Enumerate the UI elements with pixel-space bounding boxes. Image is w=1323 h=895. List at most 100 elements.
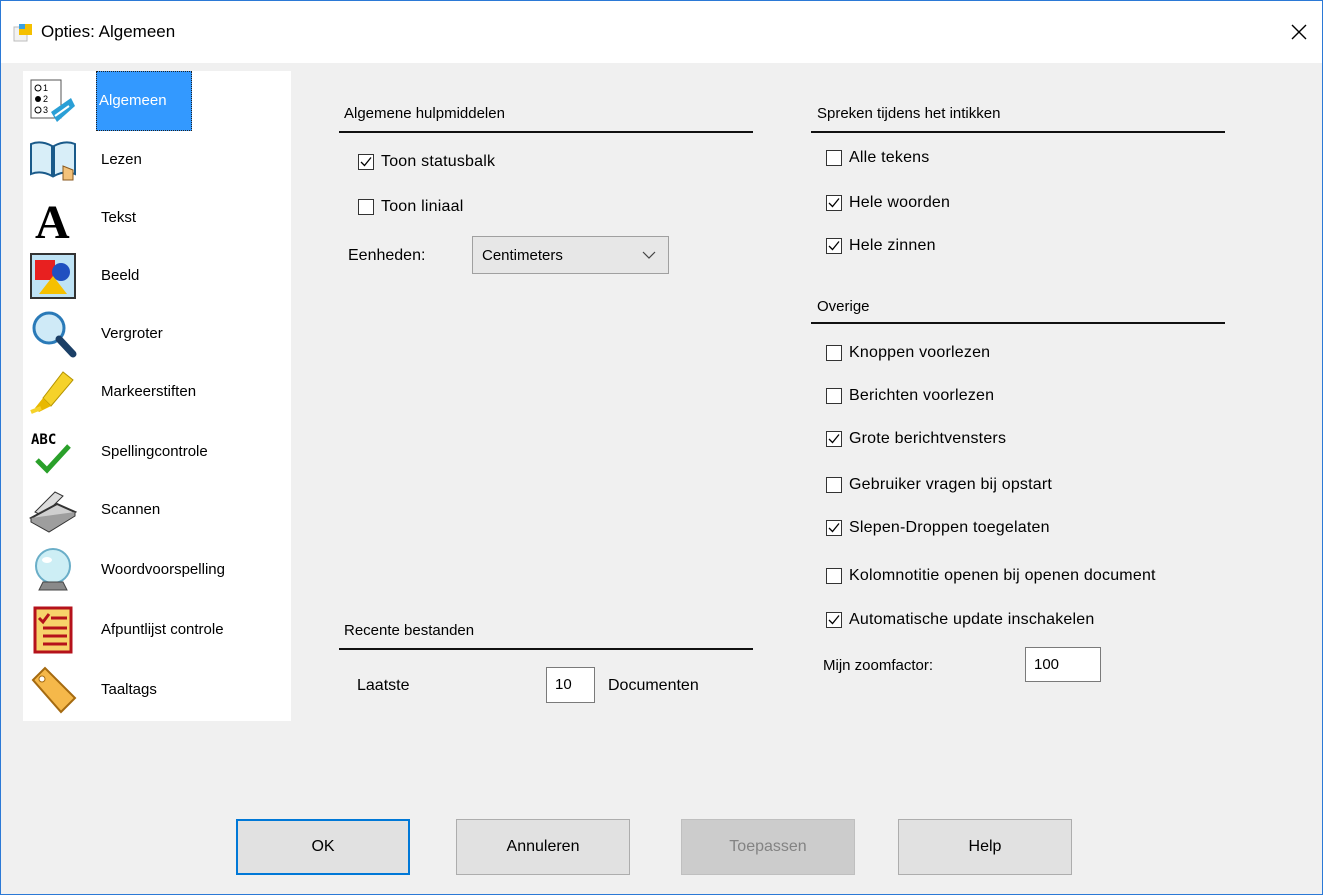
general-tools-divider — [339, 131, 753, 133]
category-label: Algemeen — [96, 71, 192, 131]
recent-files-title: Recente bestanden — [344, 622, 475, 639]
highlighter-icon — [30, 371, 74, 414]
zoom-label: Mijn zoomfactor: — [823, 657, 934, 674]
ask-user-at-startup-checkbox[interactable]: Gebruiker vragen bij opstart — [826, 476, 1052, 494]
category-label: Lezen — [101, 151, 142, 168]
category-label: Markeerstiften — [101, 383, 197, 400]
show-ruler-checkbox[interactable]: Toon liniaal — [358, 198, 463, 216]
category-taaltags[interactable]: Taaltags — [23, 661, 291, 719]
check-icon — [828, 523, 840, 533]
help-button[interactable]: Help — [898, 819, 1072, 875]
recent-documents-label: Documenten — [608, 677, 699, 694]
speak-whole-sentences-checkbox[interactable]: Hele zinnen — [826, 237, 936, 255]
svg-text:ABC: ABC — [31, 432, 56, 448]
column-note-label: Kolomnotitie openen bij openen document — [849, 567, 1156, 584]
svg-text:2: 2 — [43, 94, 48, 104]
check-icon — [828, 241, 840, 251]
typing-speech-title: Spreken tijdens het intikken — [817, 105, 1001, 122]
checkbox-box — [826, 477, 842, 493]
svg-text:3: 3 — [43, 105, 48, 115]
speak-all-characters-label: Alle tekens — [849, 149, 930, 166]
tag-icon — [31, 666, 77, 714]
drag-drop-checkbox[interactable]: Slepen-Droppen toegelaten — [826, 519, 1050, 537]
cancel-button[interactable]: Annuleren — [456, 819, 630, 875]
category-label: Taaltags — [101, 681, 157, 698]
category-label: Afpuntlijst controle — [101, 621, 224, 638]
category-vergroter[interactable]: Vergroter — [23, 305, 291, 363]
check-icon — [828, 198, 840, 208]
category-label: Vergroter — [101, 325, 163, 342]
auto-update-checkbox[interactable]: Automatische update inschakelen — [826, 611, 1094, 629]
speak-whole-words-label: Hele woorden — [849, 194, 951, 211]
ok-button[interactable]: OK — [236, 819, 410, 875]
checkbox-box — [358, 199, 374, 215]
checkbox-box — [358, 154, 374, 170]
read-buttons-checkbox[interactable]: Knoppen voorlezen — [826, 344, 990, 362]
large-message-windows-label: Grote berichtvensters — [849, 430, 1007, 447]
speak-whole-words-checkbox[interactable]: Hele woorden — [826, 194, 950, 212]
auto-update-label: Automatische update inschakelen — [849, 611, 1095, 628]
window-title: Opties: Algemeen — [41, 22, 176, 41]
category-woordvoorspelling[interactable]: Woordvoorspelling — [23, 541, 291, 599]
shapes-picture-icon — [30, 253, 76, 299]
recent-last-label: Laatste — [357, 677, 410, 694]
check-icon — [828, 434, 840, 444]
other-title: Overige — [817, 298, 870, 315]
checkbox-box — [826, 345, 842, 361]
checkbox-box — [826, 612, 842, 628]
speak-all-characters-checkbox[interactable]: Alle tekens — [826, 149, 929, 167]
close-button[interactable] — [1276, 1, 1322, 63]
units-select[interactable]: Centimeters — [472, 236, 669, 274]
category-algemeen[interactable]: 1 2 3 Algemeen — [23, 71, 291, 131]
apply-button[interactable]: Toepassen — [681, 819, 855, 875]
general-tools-title: Algemene hulpmiddelen — [344, 105, 505, 122]
read-buttons-label: Knoppen voorlezen — [849, 344, 991, 361]
category-markeerstiften[interactable]: Markeerstiften — [23, 363, 291, 421]
chevron-down-icon — [642, 251, 656, 259]
recent-count-input[interactable]: 10 — [546, 667, 595, 703]
show-ruler-label: Toon liniaal — [381, 198, 464, 215]
check-icon — [360, 157, 372, 167]
read-messages-checkbox[interactable]: Berichten voorlezen — [826, 387, 994, 405]
category-lezen[interactable]: Lezen — [23, 131, 291, 189]
category-afpuntlijst-controle[interactable]: Afpuntlijst controle — [23, 601, 291, 659]
app-icon — [13, 24, 32, 42]
options-dialog: Opties: Algemeen 1 2 3 Algemeen Lezen A … — [0, 0, 1323, 895]
other-divider — [811, 322, 1225, 324]
units-label: Eenheden: — [348, 247, 426, 264]
recent-files-divider — [339, 648, 753, 650]
speak-whole-sentences-label: Hele zinnen — [849, 237, 936, 254]
scanner-icon — [29, 491, 77, 533]
drag-drop-label: Slepen-Droppen toegelaten — [849, 519, 1050, 536]
units-selected-value: Centimeters — [482, 247, 563, 264]
svg-text:1: 1 — [43, 83, 48, 93]
checkbox-box — [826, 195, 842, 211]
category-beeld[interactable]: Beeld — [23, 247, 291, 305]
checkbox-box — [826, 388, 842, 404]
checkbox-box — [826, 568, 842, 584]
close-icon — [1291, 24, 1307, 40]
column-note-checkbox[interactable]: Kolomnotitie openen bij openen document — [826, 567, 1156, 585]
category-label: Tekst — [101, 209, 137, 226]
spellcheck-icon: ABC — [31, 432, 71, 474]
category-label: Scannen — [101, 501, 161, 518]
category-label: Woordvoorspelling — [101, 561, 225, 578]
check-icon — [828, 615, 840, 625]
category-scannen[interactable]: Scannen — [23, 481, 291, 539]
large-message-windows-checkbox[interactable]: Grote berichtvensters — [826, 430, 1006, 448]
letter-a-icon: A — [35, 196, 70, 242]
checkbox-box — [826, 431, 842, 447]
category-spellingcontrole[interactable]: ABC Spellingcontrole — [23, 423, 291, 481]
category-label: Beeld — [101, 267, 140, 284]
zoom-input[interactable]: 100 — [1025, 647, 1101, 682]
checkbox-box — [826, 150, 842, 166]
title-bar: Opties: Algemeen — [1, 1, 1322, 63]
show-statusbar-checkbox[interactable]: Toon statusbalk — [358, 153, 495, 171]
category-tekst[interactable]: A Tekst — [23, 189, 291, 247]
options-list-icon: 1 2 3 — [30, 79, 75, 122]
checkbox-box — [826, 238, 842, 254]
checklist-icon — [33, 606, 73, 654]
category-label: Spellingcontrole — [101, 443, 208, 460]
book-reading-icon — [30, 141, 76, 181]
crystal-ball-icon — [35, 548, 71, 591]
